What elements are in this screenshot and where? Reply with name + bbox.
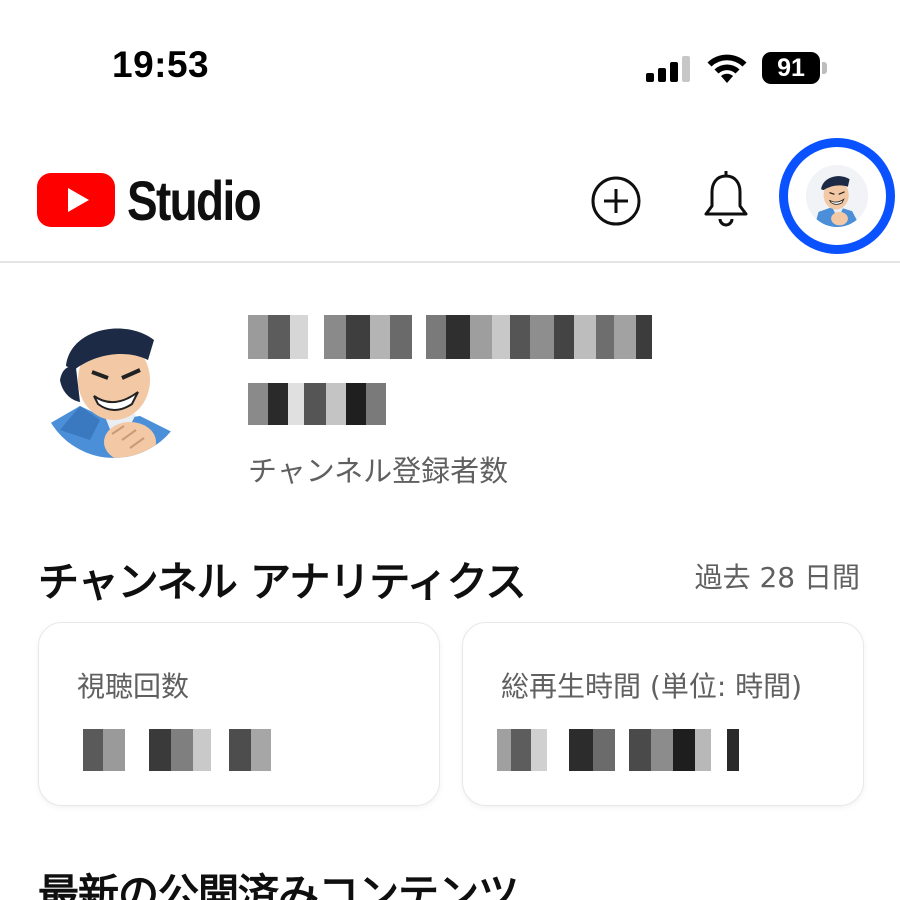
latest-content-title: 最新の公開済みコンテンツ: [38, 870, 519, 900]
youtube-studio-home: 19:53 91 Studio チャンネル登録者数 チャンネル アナリティクス …: [0, 0, 900, 900]
channel-avatar[interactable]: [40, 310, 188, 458]
battery-level: 91: [762, 52, 820, 84]
create-button[interactable]: [590, 175, 642, 227]
views-label: 視聴回数: [77, 670, 190, 703]
watch-time-label: 総再生時間 (単位: 時間): [501, 670, 803, 703]
status-time: 19:53: [112, 44, 210, 85]
notifications-button[interactable]: [700, 170, 752, 230]
channel-summary: チャンネル登録者数: [0, 265, 900, 525]
views-value: [83, 729, 291, 771]
cellular-signal-icon: [646, 56, 692, 82]
subscriber-label: チャンネル登録者数: [248, 454, 509, 488]
analytics-title: チャンネル アナリティクス: [38, 558, 527, 606]
youtube-studio-logo[interactable]: Studio: [37, 169, 289, 232]
battery-icon: 91: [762, 52, 828, 84]
avatar: [806, 165, 868, 227]
watch-time-value: [497, 729, 757, 771]
logo-text: Studio: [127, 168, 262, 232]
channel-name: [248, 315, 688, 359]
app-header: Studio: [0, 130, 900, 263]
analytics-period[interactable]: 過去 28 日間: [695, 556, 860, 596]
views-card[interactable]: 視聴回数: [38, 622, 440, 806]
status-bar: 19:53 91: [0, 0, 900, 130]
watch-time-card[interactable]: 総再生時間 (単位: 時間): [462, 622, 864, 806]
youtube-play-icon: [37, 173, 115, 227]
account-button[interactable]: [779, 138, 895, 254]
bell-icon: [704, 171, 748, 227]
subscriber-count: [248, 383, 386, 425]
plus-circle-icon: [591, 176, 641, 226]
wifi-icon: [706, 52, 748, 84]
